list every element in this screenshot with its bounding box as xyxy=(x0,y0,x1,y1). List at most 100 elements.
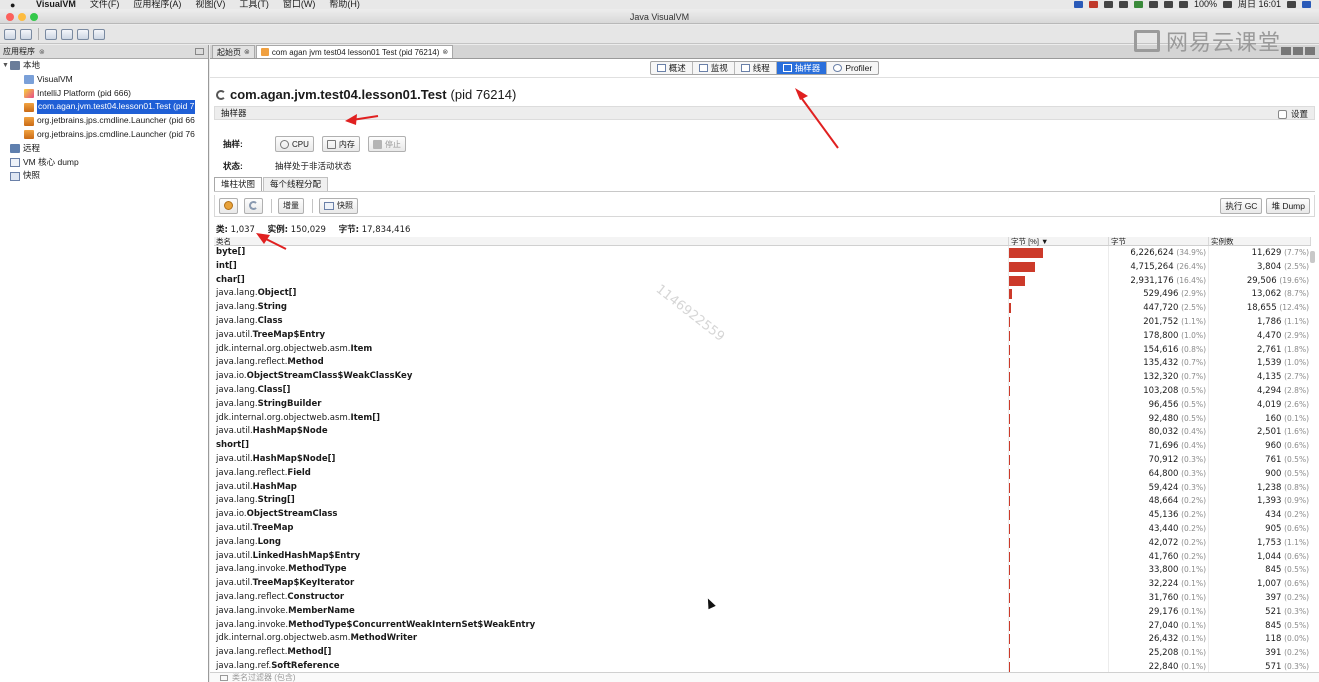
tree-node-launcher-1[interactable]: org.jetbrains.jps.cmdline.Launcher (pid … xyxy=(0,114,208,128)
table-row[interactable]: java.util.HashMap$Node[] 70,912 (0.3%) 761… xyxy=(214,452,1311,467)
word-icon[interactable] xyxy=(1073,1,1083,8)
table-row[interactable]: java.lang.invoke.MethodType 33,800 (0.1%)… xyxy=(214,563,1311,578)
table-row[interactable]: short[] 71,696 (0.4%) 960 (0.6%) xyxy=(214,439,1311,453)
tray-app-icon[interactable] xyxy=(1088,1,1098,8)
close-icon[interactable]: ⊗ xyxy=(442,46,448,59)
column-bytes[interactable]: 字节 xyxy=(1109,237,1209,246)
table-row[interactable]: java.util.LinkedHashMap$Entry 41,760 (0.2… xyxy=(214,549,1311,564)
class-filter-input[interactable]: 类名过滤器 (包含) xyxy=(232,672,296,682)
table-row[interactable]: java.lang.invoke.MemberName 29,176 (0.1%)… xyxy=(214,604,1311,619)
table-row[interactable]: int[] 4,715,264 (26.4%) 3,804 (2.5%) xyxy=(214,259,1311,274)
table-row[interactable]: java.lang.ref.SoftReference 22,840 (0.1%)… xyxy=(214,659,1311,672)
table-row[interactable]: java.lang.String 447,720 (2.5%) 18,655 (12… xyxy=(214,301,1311,315)
volume-icon[interactable] xyxy=(1178,1,1188,8)
tree-node-snapshots[interactable]: 快照 xyxy=(0,169,208,183)
table-row[interactable]: java.util.TreeMap$KeyIterator 32,224 (0.1… xyxy=(214,577,1311,591)
stop-sample-button[interactable]: 停止 xyxy=(367,136,406,152)
memory-sample-button[interactable]: 内存 xyxy=(321,136,360,152)
pause-button[interactable] xyxy=(219,197,238,214)
table-row[interactable]: java.util.TreeMap$Entry 178,800 (1.0%) 4,4… xyxy=(214,328,1311,343)
table-row[interactable]: java.lang.String[] 48,664 (0.2%) 1,393 (0.… xyxy=(214,494,1311,509)
table-row[interactable]: java.lang.invoke.MethodType$ConcurrentWe… xyxy=(214,618,1311,633)
tab-test-process[interactable]: com agan jvm test04 lesson01 Test (pid 7… xyxy=(255,45,454,59)
menu-clock[interactable]: 周日 16:01 xyxy=(1238,0,1281,9)
add-jmx-icon[interactable] xyxy=(45,28,57,40)
tree-node-launcher-2[interactable]: org.jetbrains.jps.cmdline.Launcher (pid … xyxy=(0,128,208,142)
table-row[interactable]: java.lang.reflect.Constructor 31,760 (0.1… xyxy=(214,590,1311,605)
table-row[interactable]: byte[] 6,226,624 (34.9%) 11,629 (7.7%) xyxy=(214,246,1311,260)
tabs-dropdown-icon[interactable] xyxy=(1281,47,1291,55)
save-icon[interactable] xyxy=(20,28,32,40)
maximize-icon[interactable] xyxy=(1305,47,1315,55)
tree-node-intellij[interactable]: IntelliJ Platform (pid 666) xyxy=(0,87,208,101)
minimize-panel-icon[interactable] xyxy=(195,48,204,55)
tab-monitor[interactable]: 监视 xyxy=(693,62,735,74)
table-row[interactable]: java.lang.Long 42,072 (0.2%) 1,753 (1.1%) xyxy=(214,535,1311,550)
zoom-window-button[interactable] xyxy=(30,13,38,21)
table-row[interactable]: java.util.HashMap 59,424 (0.3%) 1,238 (0.8… xyxy=(214,480,1311,495)
settings-checkbox[interactable] xyxy=(1277,109,1287,119)
tab-threads[interactable]: 线程 xyxy=(735,62,777,74)
applications-tab[interactable]: 应用程序 ⊗ xyxy=(0,45,208,59)
expand-caret-icon[interactable]: ▼ xyxy=(2,59,10,73)
table-row[interactable]: java.util.TreeMap 43,440 (0.2%) 905 (0.6%) xyxy=(214,521,1311,536)
filter-icon[interactable] xyxy=(220,674,228,681)
minimize-window-button[interactable] xyxy=(18,13,26,21)
apple-menu-icon[interactable]: ● xyxy=(10,0,22,9)
table-row[interactable]: jdk.internal.org.objectweb.asm.Item[] 92,… xyxy=(214,411,1311,426)
menu-view[interactable]: 视图(V) xyxy=(195,0,225,9)
heap-dump-icon[interactable] xyxy=(61,28,73,40)
tray-app-icon[interactable] xyxy=(1133,1,1143,8)
close-icon[interactable]: ⊗ xyxy=(244,46,250,59)
table-row[interactable]: java.lang.Class[] 103,208 (0.5%) 4,294 (2.… xyxy=(214,383,1311,398)
menu-window[interactable]: 窗口(W) xyxy=(283,0,316,9)
table-row[interactable]: java.util.HashMap$Node 80,032 (0.4%) 2,501… xyxy=(214,425,1311,440)
tree-node-local[interactable]: ▼ 本地 xyxy=(0,59,208,73)
column-bytes-percent[interactable]: 字节 [%] ▼ xyxy=(1009,237,1109,246)
table-row[interactable]: java.lang.reflect.Field 64,800 (0.3%) 900 … xyxy=(214,466,1311,481)
tab-profiler[interactable]: Profiler xyxy=(827,62,878,74)
menu-help[interactable]: 帮助(H) xyxy=(329,0,360,9)
settings-toggle[interactable]: 设置 xyxy=(1277,108,1308,120)
close-icon[interactable]: ⊗ xyxy=(39,48,45,56)
delta-button[interactable]: 增量 xyxy=(278,197,304,214)
menu-tools[interactable]: 工具(T) xyxy=(239,0,269,9)
tab-start-page[interactable]: 起始页 ⊗ xyxy=(212,45,255,58)
table-row[interactable]: java.io.ObjectStreamClass 45,136 (0.2%) 43… xyxy=(214,508,1311,522)
cpu-sample-button[interactable]: CPU xyxy=(275,136,314,152)
perform-gc-button[interactable]: 执行 GC xyxy=(1220,198,1263,214)
siri-icon[interactable] xyxy=(1302,1,1311,8)
tab-per-thread-allocation[interactable]: 每个线程分配 xyxy=(263,177,329,191)
snapshot-button[interactable]: 快照 xyxy=(319,197,358,214)
tray-app-icon[interactable] xyxy=(1148,1,1158,8)
table-row[interactable]: java.lang.StringBuilder 96,456 (0.5%) 4,01… xyxy=(214,397,1311,412)
tray-app-icon[interactable] xyxy=(1118,1,1128,8)
table-row[interactable]: java.lang.Class 201,752 (1.1%) 1,786 (1.1%… xyxy=(214,314,1311,329)
table-scrollbar[interactable] xyxy=(1310,251,1315,263)
tree-node-core-dump[interactable]: VM 核心 dump xyxy=(0,156,208,170)
refresh-button[interactable] xyxy=(244,197,263,214)
open-file-icon[interactable] xyxy=(4,28,16,40)
wifi-icon[interactable] xyxy=(1163,1,1173,8)
table-row[interactable]: jdk.internal.org.objectweb.asm.MethodWri… xyxy=(214,632,1311,647)
close-window-button[interactable] xyxy=(6,13,14,21)
table-row[interactable]: java.lang.reflect.Method[] 25,208 (0.1%) 3… xyxy=(214,646,1311,660)
tree-node-remote[interactable]: 远程 xyxy=(0,142,208,156)
tab-heap-histogram[interactable]: 堆柱状图 xyxy=(214,177,263,191)
battery-icon[interactable] xyxy=(1222,1,1232,8)
table-row[interactable]: char[] 2,931,176 (16.4%) 29,506 (19.6%) xyxy=(214,273,1311,288)
battery-percent[interactable]: 100% xyxy=(1194,0,1217,9)
heap-dump-button[interactable]: 堆 Dump xyxy=(1266,198,1310,214)
snapshot-icon[interactable] xyxy=(93,28,105,40)
tray-app-icon[interactable] xyxy=(1103,1,1113,8)
table-row[interactable]: java.lang.reflect.Method 135,432 (0.7%) 1,… xyxy=(214,356,1311,371)
column-instances[interactable]: 实例数 xyxy=(1209,237,1311,246)
table-row[interactable]: java.io.ObjectStreamClass$WeakClassKey 13… xyxy=(214,370,1311,384)
minimize-icon[interactable] xyxy=(1293,47,1303,55)
search-icon[interactable] xyxy=(1287,1,1296,8)
menu-file[interactable]: 文件(F) xyxy=(90,0,120,9)
menu-application[interactable]: 应用程序(A) xyxy=(133,0,181,9)
tree-node-test-process[interactable]: com.agan.jvm.test04.lesson01.Test (pid 7 xyxy=(0,100,208,115)
tab-overview[interactable]: 概述 xyxy=(651,62,693,74)
tree-node-visualvm[interactable]: VisualVM xyxy=(0,73,208,87)
